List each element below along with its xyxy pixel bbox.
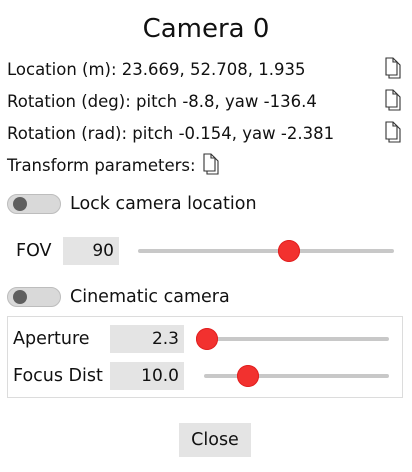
lock-camera-row: Lock camera location <box>7 191 257 217</box>
fov-field[interactable]: 90 <box>63 237 119 265</box>
transform-params-row: Transform parameters: <box>7 152 222 178</box>
aperture-field[interactable]: 2.3 <box>110 325 184 353</box>
copy-transform-icon[interactable] <box>202 153 222 177</box>
copy-location-icon[interactable] <box>384 57 404 81</box>
focus-dist-slider-track[interactable] <box>204 374 389 378</box>
fov-label: FOV <box>16 241 52 261</box>
rotation-deg-text: Rotation (deg): pitch -8.8, yaw -136.4 <box>7 91 317 111</box>
dialog-title: Camera 0 <box>142 14 270 44</box>
copy-rotation-rad-icon[interactable] <box>384 121 404 145</box>
rotation-rad-text: Rotation (rad): pitch -0.154, yaw -2.381 <box>7 123 335 143</box>
cinematic-label: Cinematic camera <box>70 287 230 307</box>
focus-dist-label: Focus Dist <box>13 366 103 386</box>
copy-rotation-deg-icon[interactable] <box>384 89 404 113</box>
toggle-knob <box>13 197 27 211</box>
aperture-slider-thumb[interactable] <box>196 328 218 350</box>
fov-slider-thumb[interactable] <box>278 240 301 262</box>
close-button[interactable]: Close <box>179 423 251 457</box>
focus-dist-field[interactable]: 10.0 <box>110 362 184 390</box>
aperture-slider-track[interactable] <box>196 337 389 341</box>
cinematic-row: Cinematic camera <box>7 284 230 310</box>
toggle-knob <box>13 290 27 304</box>
location-text: Location (m): 23.669, 52.708, 1.935 <box>7 59 306 79</box>
fov-slider-track[interactable] <box>138 249 394 253</box>
focus-dist-slider-thumb[interactable] <box>236 365 259 387</box>
lock-camera-label: Lock camera location <box>70 194 257 214</box>
aperture-label: Aperture <box>13 329 90 349</box>
lock-camera-toggle[interactable] <box>7 194 61 214</box>
transform-params-text: Transform parameters: <box>7 155 196 175</box>
cinematic-toggle[interactable] <box>7 287 61 307</box>
